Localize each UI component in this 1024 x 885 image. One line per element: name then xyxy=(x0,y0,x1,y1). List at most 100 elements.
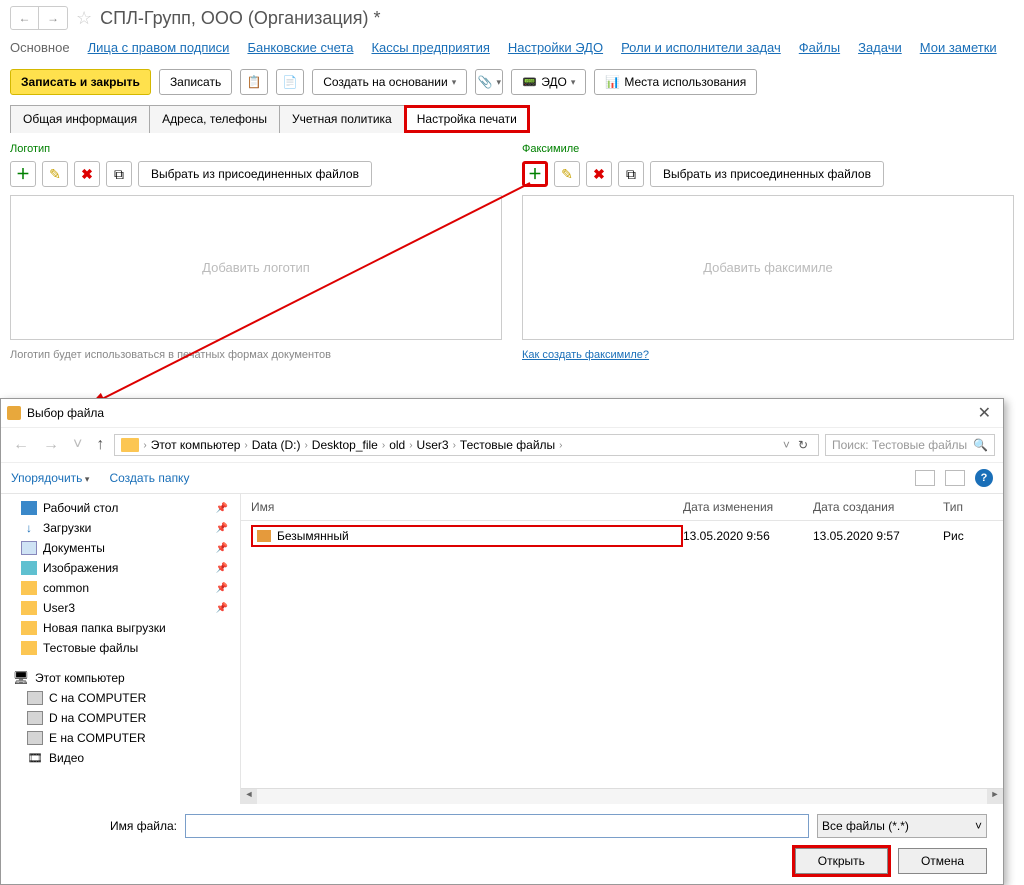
fax-preview[interactable]: Добавить факсимиле xyxy=(522,195,1014,340)
open-button[interactable]: Открыть xyxy=(795,848,888,874)
nav-tree-item[interactable]: C на COMPUTER xyxy=(1,688,240,708)
logo-hint: Логотип будет использоваться в печатных … xyxy=(10,348,502,363)
crumb[interactable]: Data (D:) xyxy=(252,438,301,452)
save-button[interactable]: Записать xyxy=(159,69,232,95)
nav-item-icon xyxy=(27,731,43,745)
copy-icon-button[interactable]: 📋 xyxy=(240,69,268,95)
nav-item-icon xyxy=(21,541,37,555)
tab-print-settings[interactable]: Настройка печати xyxy=(404,105,530,133)
nav-tree-item[interactable]: Загрузки📌 xyxy=(1,518,240,538)
help-icon[interactable]: ? xyxy=(975,469,993,487)
col-modified[interactable]: Дата изменения xyxy=(683,500,813,514)
nav-item-icon xyxy=(21,501,37,515)
create-based-button[interactable]: Создать на основании ▾ xyxy=(312,69,467,95)
nav-tree-item[interactable]: Рабочий стол📌 xyxy=(1,498,240,518)
tabs: Общая информация Адреса, телефоны Учетна… xyxy=(0,105,1024,133)
expand-logo-button[interactable]: ⧉ xyxy=(106,161,132,187)
select-logo-button[interactable]: Выбрать из присоединенных файлов xyxy=(138,161,372,187)
view-details-button[interactable] xyxy=(945,470,965,486)
filter-text: Все файлы (*.*) xyxy=(822,819,909,833)
nav-link[interactable]: Лица с правом подписи xyxy=(88,40,230,55)
search-input[interactable]: Поиск: Тестовые файлы 🔍 xyxy=(825,434,995,456)
edo-label: ЭДО xyxy=(541,75,567,89)
file-name: Безымянный xyxy=(277,529,349,543)
nav-link[interactable]: Мои заметки xyxy=(920,40,997,55)
nav-link[interactable]: Роли и исполнители задач xyxy=(621,40,781,55)
nav-tree-item[interactable]: Новая папка выгрузки xyxy=(1,618,240,638)
new-folder-button[interactable]: Создать папку xyxy=(109,471,189,485)
logo-preview[interactable]: Добавить логотип xyxy=(10,195,502,340)
back-arrow-icon[interactable]: ← xyxy=(9,434,33,456)
edo-button[interactable]: 📟 ЭДО ▾ xyxy=(511,69,586,95)
nav-tree-item[interactable]: User3📌 xyxy=(1,598,240,618)
col-name[interactable]: Имя xyxy=(251,500,683,514)
file-list: Имя Дата изменения Дата создания Тип Без… xyxy=(241,494,1003,804)
add-fax-button[interactable]: ＋ xyxy=(522,161,548,187)
logo-title: Логотип xyxy=(10,143,502,155)
forward-button[interactable]: → xyxy=(39,7,67,29)
recent-arrow-icon[interactable]: ˅ xyxy=(69,434,86,456)
crumb[interactable]: User3 xyxy=(417,438,449,452)
nav-tree-item[interactable]: Тестовые файлы xyxy=(1,638,240,658)
favorite-star-icon[interactable]: ☆ xyxy=(76,8,92,29)
edit-fax-button[interactable]: ✎ xyxy=(554,161,580,187)
fax-hint-link[interactable]: Как создать факсимиле? xyxy=(522,349,649,361)
col-created[interactable]: Дата создания xyxy=(813,500,943,514)
attach-icon-button[interactable]: 📎▾ xyxy=(475,69,503,95)
file-filter-select[interactable]: Все файлы (*.*) ˅ xyxy=(817,814,987,838)
file-created: 13.05.2020 9:57 xyxy=(813,529,943,543)
nav-tree-item[interactable]: E на COMPUTER xyxy=(1,728,240,748)
forward-arrow-icon[interactable]: → xyxy=(39,434,63,456)
nav-tree-item[interactable]: Документы📌 xyxy=(1,538,240,558)
cancel-button[interactable]: Отмена xyxy=(898,848,987,874)
organize-menu[interactable]: Упорядочить xyxy=(11,471,89,485)
nav-item-icon xyxy=(21,581,37,595)
up-arrow-icon[interactable]: ↑ xyxy=(92,434,108,456)
nav-item-icon xyxy=(21,601,37,615)
refresh-icon[interactable]: ↻ xyxy=(794,438,812,452)
view-icons-button[interactable] xyxy=(915,470,935,486)
tab-general[interactable]: Общая информация xyxy=(10,105,150,133)
horizontal-scrollbar[interactable]: ◄► xyxy=(241,788,1003,804)
save-close-button[interactable]: Записать и закрыть xyxy=(10,69,151,95)
nav-tree-item[interactable]: Видео xyxy=(1,748,240,768)
nav-link[interactable]: Файлы xyxy=(799,40,840,55)
nav-link[interactable]: Настройки ЭДО xyxy=(508,40,603,55)
crumb[interactable]: Тестовые файлы xyxy=(460,438,555,452)
crumb[interactable]: Desktop_file xyxy=(312,438,378,452)
tab-accounting[interactable]: Учетная политика xyxy=(279,105,405,133)
nav-link[interactable]: Банковские счета xyxy=(247,40,353,55)
add-logo-button[interactable]: ＋ xyxy=(10,161,36,187)
delete-logo-button[interactable]: ✖ xyxy=(74,161,100,187)
delete-fax-button[interactable]: ✖ xyxy=(586,161,612,187)
usage-button[interactable]: 📊 Места использования xyxy=(594,69,757,95)
tab-addresses[interactable]: Адреса, телефоны xyxy=(149,105,280,133)
close-button[interactable]: ✕ xyxy=(972,403,997,423)
back-button[interactable]: ← xyxy=(11,7,39,29)
select-fax-button[interactable]: Выбрать из присоединенных файлов xyxy=(650,161,884,187)
file-dialog: Выбор файла ✕ ← → ˅ ↑ ›Этот компьютер ›D… xyxy=(0,398,1004,885)
nav-item-label: E на COMPUTER xyxy=(49,731,146,745)
nav-tree-item[interactable]: common📌 xyxy=(1,578,240,598)
nav-tree-item[interactable]: Изображения📌 xyxy=(1,558,240,578)
search-icon: 🔍 xyxy=(973,438,988,452)
nav-link[interactable]: Кассы предприятия xyxy=(371,40,489,55)
pin-icon: 📌 xyxy=(216,583,228,594)
nav-tree-item[interactable]: D на COMPUTER xyxy=(1,708,240,728)
nav-link[interactable]: Задачи xyxy=(858,40,902,55)
list-icon-button[interactable]: 📄 xyxy=(276,69,304,95)
nav-item-label: Тестовые файлы xyxy=(43,641,138,655)
breadcrumb[interactable]: ›Этот компьютер ›Data (D:) ›Desktop_file… xyxy=(114,434,819,456)
nav-main[interactable]: Основное xyxy=(10,40,70,55)
chevron-down-icon[interactable]: ˅ xyxy=(783,438,790,452)
nav-tree-item[interactable]: Этот компьютер xyxy=(1,668,240,688)
filename-input[interactable] xyxy=(185,814,809,838)
nav-item-label: Рабочий стол xyxy=(43,501,118,515)
col-type[interactable]: Тип xyxy=(943,500,993,514)
crumb[interactable]: old xyxy=(389,438,405,452)
crumb[interactable]: Этот компьютер xyxy=(151,438,241,452)
expand-fax-button[interactable]: ⧉ xyxy=(618,161,644,187)
file-row[interactable]: Безымянный 13.05.2020 9:56 13.05.2020 9:… xyxy=(241,521,1003,551)
edit-logo-button[interactable]: ✎ xyxy=(42,161,68,187)
nav-item-label: Изображения xyxy=(43,561,118,575)
